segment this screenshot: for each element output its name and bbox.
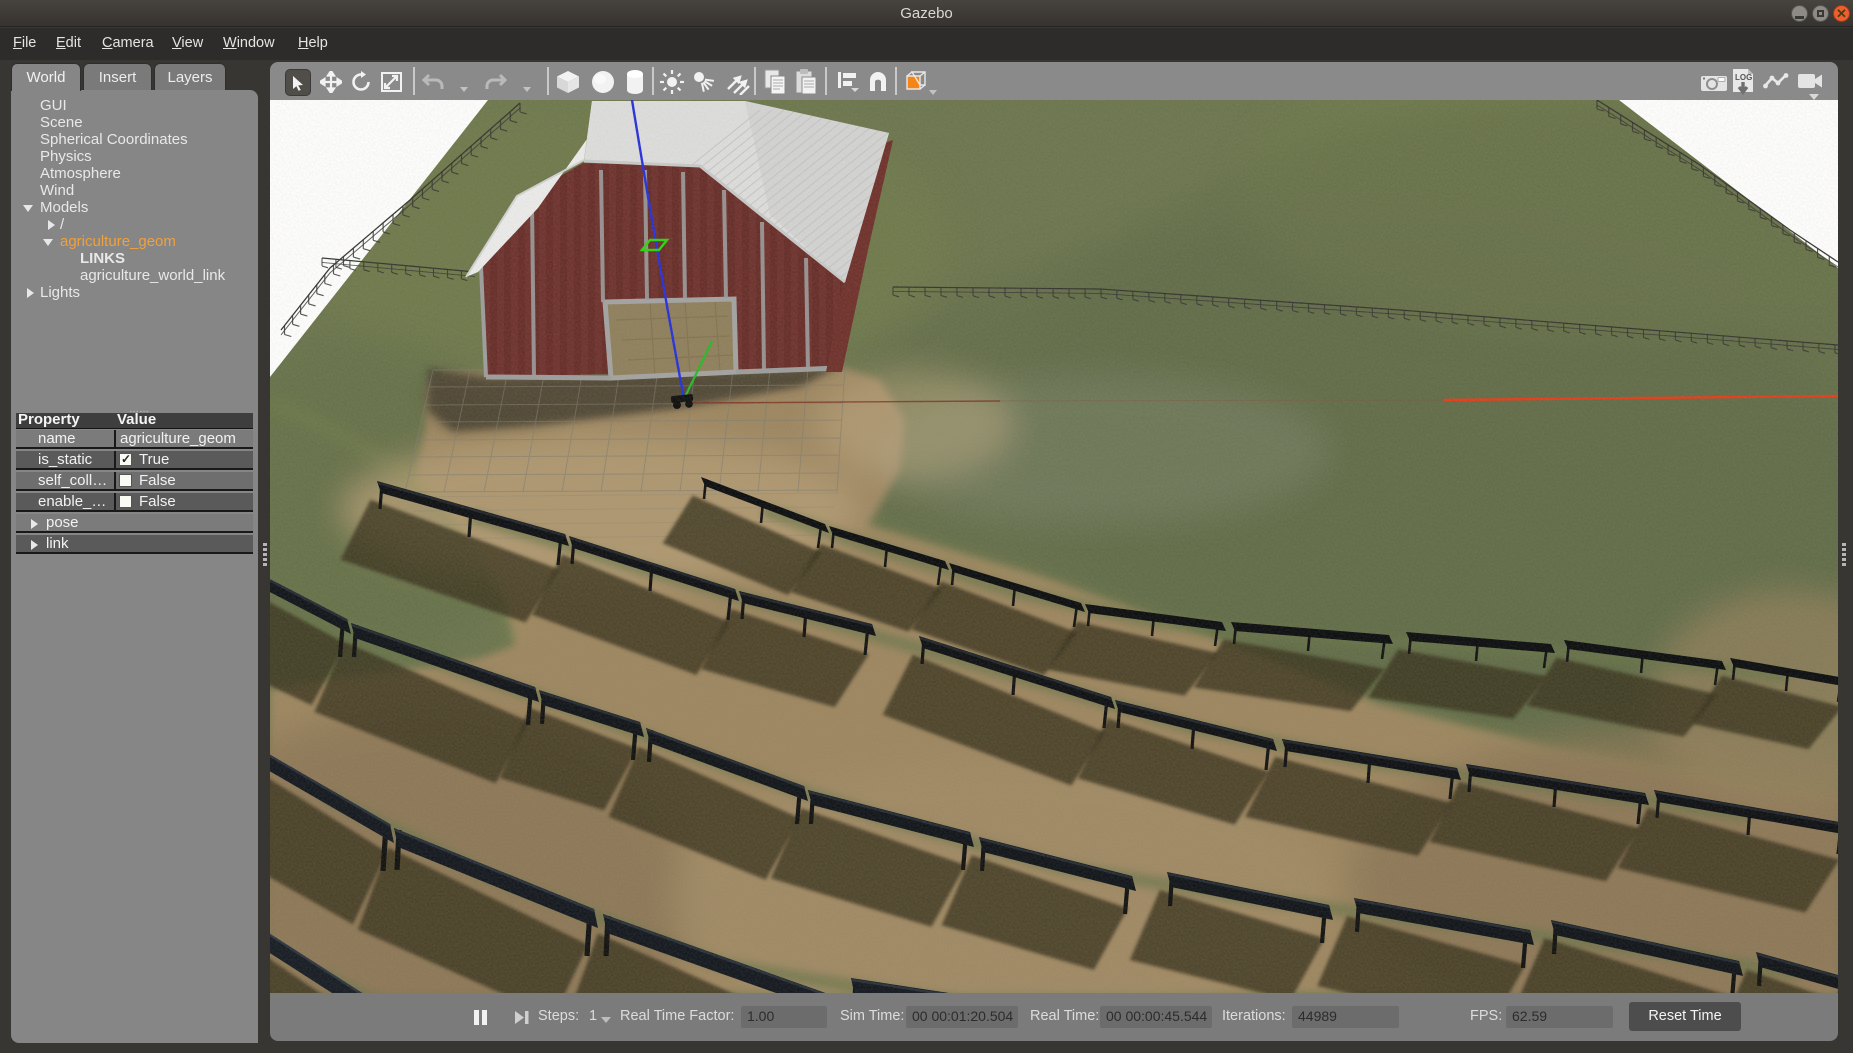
svg-text:LOG: LOG	[1735, 73, 1752, 82]
